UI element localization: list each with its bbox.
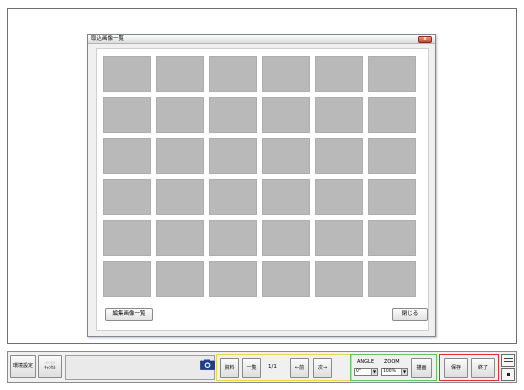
chevron-down-icon: ▼ [401, 369, 407, 375]
zoom-select[interactable]: 100% ▼ [381, 368, 408, 376]
image-thumbnail[interactable] [156, 138, 204, 174]
image-thumbnail[interactable] [315, 220, 363, 256]
image-thumbnail[interactable] [368, 138, 416, 174]
zoom-value: 100% [383, 369, 396, 374]
exit-button[interactable]: 終了 [471, 358, 495, 378]
close-icon: x [423, 36, 427, 42]
image-thumbnail[interactable] [315, 97, 363, 133]
image-thumbnail[interactable] [315, 138, 363, 174]
image-thumbnail[interactable] [368, 56, 416, 92]
image-thumbnail[interactable] [103, 97, 151, 133]
status-field [65, 355, 215, 380]
image-thumbnail[interactable] [156, 220, 204, 256]
image-thumbnail[interactable] [103, 56, 151, 92]
material-button[interactable]: 資料 [220, 358, 239, 378]
image-thumbnail[interactable] [262, 56, 310, 92]
image-thumbnail[interactable] [156, 97, 204, 133]
page-indicator: 1/1 [268, 364, 277, 370]
list-button[interactable]: 一覧 [242, 358, 261, 378]
bottom-toolbar: 環境設定 ｷｬﾝｾﾙ ｷｬﾝｾﾙ 資料 一覧 1/1 ←前 次→ ANGLE Z… [7, 351, 517, 383]
image-thumbnail[interactable] [368, 97, 416, 133]
image-thumbnail[interactable] [262, 179, 310, 215]
panel-toggle-button[interactable] [501, 354, 515, 367]
image-thumbnail[interactable] [103, 179, 151, 215]
image-thumbnail[interactable] [368, 220, 416, 256]
close-dialog-button[interactable]: 閉じる [392, 308, 428, 321]
image-thumbnail[interactable] [315, 261, 363, 297]
image-thumbnail[interactable] [262, 138, 310, 174]
thumbnail-grid [103, 56, 416, 297]
view-controls-group: ANGLE ZOOM 0° ▼ 100% ▼ 描画 [350, 354, 437, 381]
previous-button[interactable]: ←前 [290, 358, 309, 378]
imported-images-dialog: 取込画像一覧 x 編集画像一覧 閉じる [87, 34, 436, 337]
menu-icon [504, 358, 513, 359]
stop-icon [507, 373, 510, 376]
dialog-close-button[interactable]: x [418, 36, 432, 43]
image-thumbnail[interactable] [315, 56, 363, 92]
save-button[interactable]: 保存 [444, 358, 468, 378]
image-thumbnail[interactable] [262, 97, 310, 133]
zoom-label: ZOOM [384, 359, 400, 365]
image-thumbnail[interactable] [368, 261, 416, 297]
image-thumbnail[interactable] [103, 261, 151, 297]
edit-image-list-button[interactable]: 編集画像一覧 [105, 308, 153, 321]
image-thumbnail[interactable] [156, 56, 204, 92]
image-thumbnail[interactable] [103, 138, 151, 174]
cancel-button[interactable]: ｷｬﾝｾﾙ ｷｬﾝｾﾙ [38, 355, 62, 378]
image-thumbnail[interactable] [262, 261, 310, 297]
image-thumbnail[interactable] [156, 261, 204, 297]
angle-select[interactable]: 0° ▼ [354, 368, 378, 376]
environment-settings-button[interactable]: 環境設定 [10, 355, 36, 378]
image-thumbnail[interactable] [209, 97, 257, 133]
thumbnail-panel [96, 48, 429, 331]
cancel-label: ｷｬﾝｾﾙ [44, 366, 56, 372]
stop-button[interactable] [501, 368, 515, 381]
file-actions-group: 保存 終了 [439, 354, 499, 381]
chevron-down-icon: ▼ [371, 369, 377, 375]
image-thumbnail[interactable] [209, 179, 257, 215]
image-thumbnail[interactable] [262, 220, 310, 256]
image-thumbnail[interactable] [315, 179, 363, 215]
image-thumbnail[interactable] [156, 179, 204, 215]
redraw-button[interactable]: 描画 [411, 358, 432, 378]
camera-icon[interactable] [200, 359, 215, 370]
dialog-titlebar[interactable]: 取込画像一覧 x [88, 35, 435, 44]
image-thumbnail[interactable] [209, 138, 257, 174]
image-thumbnail[interactable] [209, 261, 257, 297]
dialog-title: 取込画像一覧 [91, 36, 125, 42]
side-controls [501, 354, 515, 381]
next-button[interactable]: 次→ [313, 358, 332, 378]
angle-value: 0° [356, 369, 362, 374]
image-thumbnail[interactable] [209, 220, 257, 256]
image-thumbnail[interactable] [209, 56, 257, 92]
angle-label: ANGLE [357, 359, 374, 365]
navigation-group: 資料 一覧 1/1 ←前 次→ [216, 354, 352, 381]
image-thumbnail[interactable] [368, 179, 416, 215]
image-thumbnail[interactable] [103, 220, 151, 256]
cancel-disabled-label: ｷｬﾝｾﾙ [45, 360, 55, 366]
